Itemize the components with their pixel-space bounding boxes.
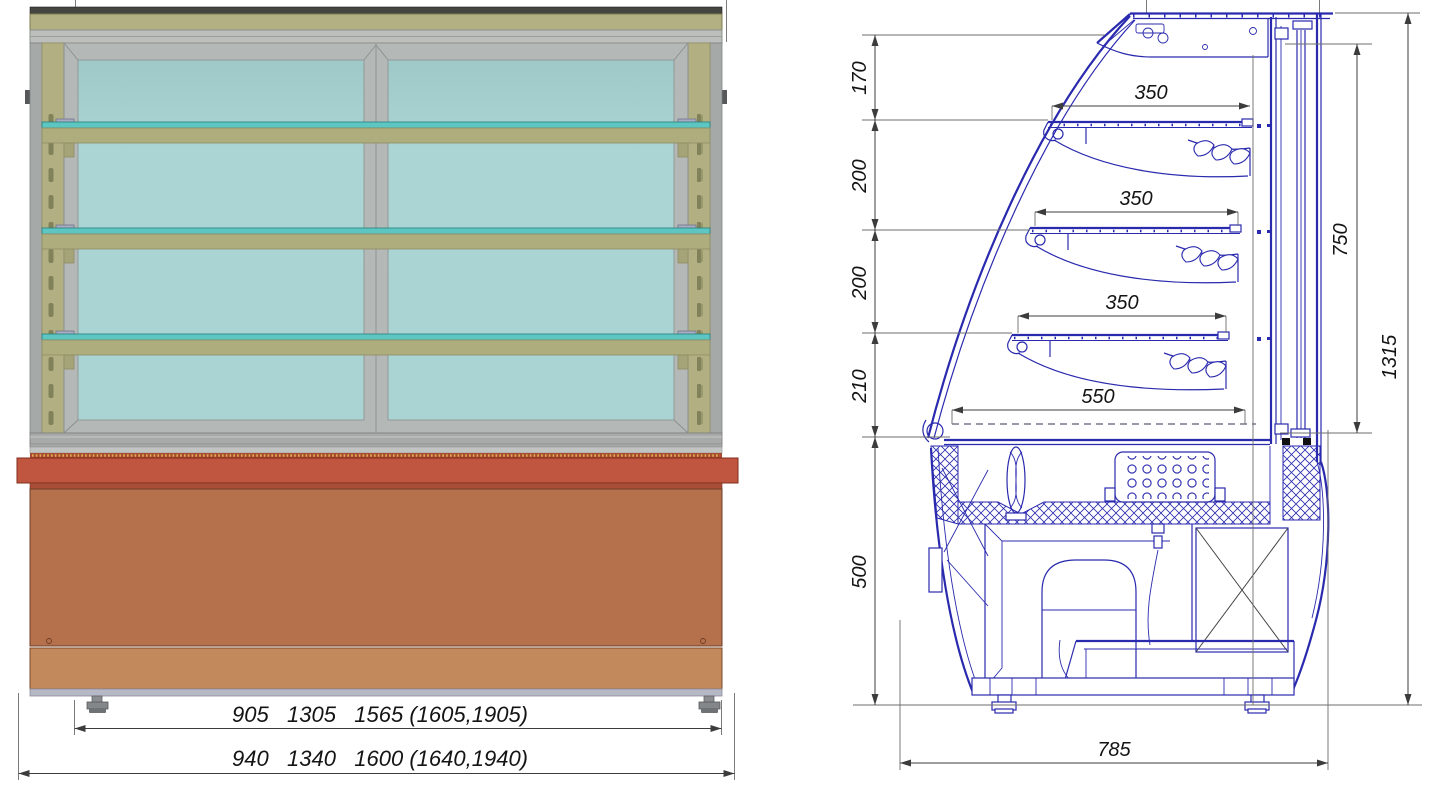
base-gray-band [30,433,722,447]
base-light-strip [30,447,722,453]
dimension-label-overall-width: 940 1340 1600 (1640,1940) [232,746,528,771]
shelf-standard-slots-right [697,108,703,430]
dim-550: 550 [1081,386,1114,408]
side-rear-wall [1271,14,1321,462]
top-edge-strip [30,7,722,14]
foot-left [87,696,108,713]
side-basin [931,446,1320,524]
front-dimensions: 905 1305 1565 (1605,1905) 940 1340 1600 … [19,693,735,780]
insulation-hatch-bottom [958,502,1270,524]
foot-right [699,696,720,713]
evaporator-perforated-plate [1105,452,1225,502]
shelf-hook [64,355,74,369]
shelf-standard-slots-left [48,108,54,430]
red-underband [30,483,722,489]
front-view: 905 1305 1565 (1605,1905) 940 1340 1600 … [17,0,738,780]
technical-drawing-page: 905 1305 1565 (1605,1905) 940 1340 1600 … [0,0,1435,792]
dim-350c: 350 [1105,292,1138,314]
dim-785: 785 [1097,739,1131,761]
shelf-hook [64,249,74,263]
dim-210: 210 [849,369,871,403]
dim-350b: 350 [1119,188,1152,210]
front-base [17,433,738,696]
top-khaki-band [30,14,722,30]
base-red-band [17,458,738,483]
dimension-label-body-width: 905 1305 1565 (1605,1905) [232,702,528,727]
shelf-hook [678,249,688,263]
access-panel [929,548,942,592]
rail-cap [1275,28,1288,39]
side-shelf-1 [1044,119,1270,177]
side-foot-left [992,695,1016,713]
compressor [1042,560,1136,688]
gasket [1303,438,1311,445]
total-height-dim: 1315 [1335,13,1420,705]
gasket [1282,438,1290,445]
dim-200a: 200 [849,159,871,193]
shelf-depth-dims: 350 350 350 [1018,82,1250,333]
dim-500: 500 [849,555,871,588]
side-foot-right [1245,695,1269,713]
shelf-hook [678,355,688,369]
side-deck [944,424,1270,445]
total-depth-dim: 785 [900,430,1328,770]
shelf-bar [42,128,710,143]
shelf-bar [42,234,710,249]
dim-170: 170 [849,61,871,94]
dim-350a: 350 [1134,82,1167,104]
plinth-strip [30,689,722,696]
outer-edge-right [710,43,722,433]
technical-drawing-canvas: 905 1305 1565 (1605,1905) 940 1340 1600 … [0,0,1435,792]
inner-height-dim: 750 [1280,44,1372,433]
shelf-hook [64,143,74,157]
rail-cap [1293,21,1312,29]
side-shelf-2 [1026,225,1270,283]
shelf-glass [42,228,710,234]
condenser [1196,528,1288,652]
outer-edge-left [30,43,42,433]
side-shelf-3 [1008,332,1270,390]
plinth [972,678,1294,695]
shelf-glass [42,122,710,128]
deck-depth-dim: 550 [952,386,1245,424]
side-view: 170 200 200 210 500 350 350 350 [849,0,1422,770]
dim-1315: 1315 [1379,334,1401,379]
rail-cap [1275,424,1288,434]
insulation-hatch-right [1283,446,1320,520]
height-chain: 170 200 200 210 500 [849,35,875,705]
base-terracotta-panel [30,489,722,646]
base-tan-panel [30,648,722,689]
shelf-hook [678,143,688,157]
shelf-bar [42,340,710,355]
drain-cable [1148,524,1164,645]
dim-200b: 200 [849,266,871,300]
shelf-glass [42,334,710,340]
dim-750: 750 [1330,223,1352,256]
